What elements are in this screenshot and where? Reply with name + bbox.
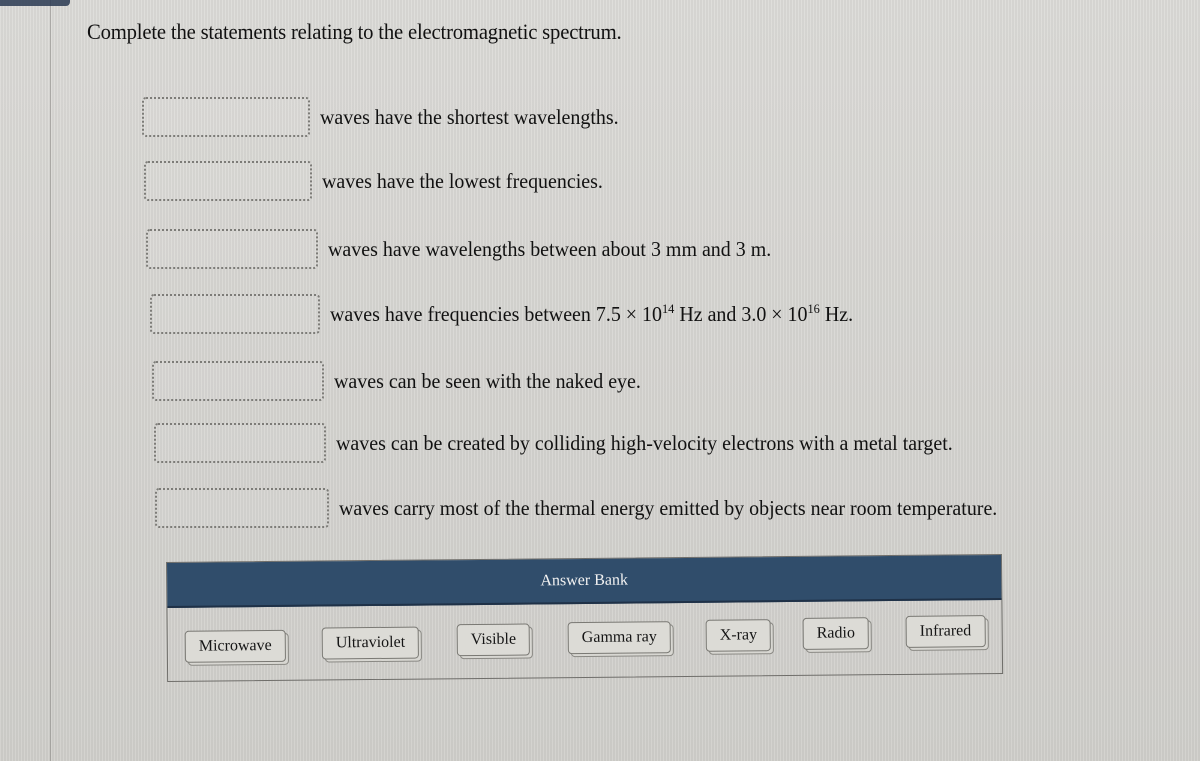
drop-target-5[interactable] [152, 361, 324, 401]
statement-row-5: waves can be seen with the naked eye. [152, 361, 657, 401]
statement-text-1: waves have the shortest wavelengths. [320, 104, 619, 129]
answer-bank-items: Microwave Ultraviolet Visible Gamma ray … [167, 600, 1002, 683]
drop-target-2[interactable] [144, 161, 312, 201]
window-corner-fragment [0, 0, 70, 6]
statement-text-4: waves have frequencies between 7.5 × 101… [330, 301, 854, 326]
statement-text-6: waves can be created by colliding high-v… [336, 430, 953, 455]
question-title: Complete the statements relating to the … [87, 19, 622, 44]
answer-bank-title: Answer Bank [540, 571, 629, 589]
statement-text-3: waves have wavelengths between about 3 m… [328, 236, 772, 261]
statement-text-7: waves carry most of the thermal energy e… [339, 495, 998, 520]
answer-bank: Answer Bank Microwave Ultraviolet Visibl… [166, 553, 1004, 683]
drop-target-7[interactable] [155, 488, 329, 528]
answer-chip-infrared[interactable]: Infrared [905, 615, 986, 648]
answer-chip-visible[interactable]: Visible [456, 623, 531, 657]
answer-chip-radio[interactable]: Radio [802, 617, 870, 650]
drop-target-1[interactable] [142, 97, 310, 137]
drop-target-3[interactable] [146, 229, 318, 269]
answer-chip-microwave[interactable]: Microwave [184, 629, 286, 663]
statement-row-4: waves have frequencies between 7.5 × 101… [150, 294, 881, 334]
answer-bank-header: Answer Bank [167, 554, 1002, 608]
statement-row-3: waves have wavelengths between about 3 m… [146, 229, 795, 269]
answer-chip-x-ray[interactable]: X-ray [705, 619, 772, 652]
answer-chip-gamma-ray[interactable]: Gamma ray [567, 621, 671, 655]
page-edge [50, 0, 51, 761]
statement-row-7: waves carry most of the thermal energy e… [155, 488, 1032, 528]
statement-row-2: waves have the lowest frequencies. [144, 161, 618, 201]
answer-chip-ultraviolet[interactable]: Ultraviolet [321, 626, 420, 660]
statement-text-5: waves can be seen with the naked eye. [334, 368, 641, 393]
exponent-16: 16 [807, 301, 820, 316]
statement-text-2: waves have the lowest frequencies. [322, 168, 603, 193]
statement-row-1: waves have the shortest wavelengths. [142, 97, 634, 137]
drop-target-6[interactable] [154, 423, 326, 463]
statement-row-6: waves can be created by colliding high-v… [154, 423, 985, 463]
exponent-14: 14 [661, 301, 675, 316]
drop-target-4[interactable] [150, 294, 320, 334]
